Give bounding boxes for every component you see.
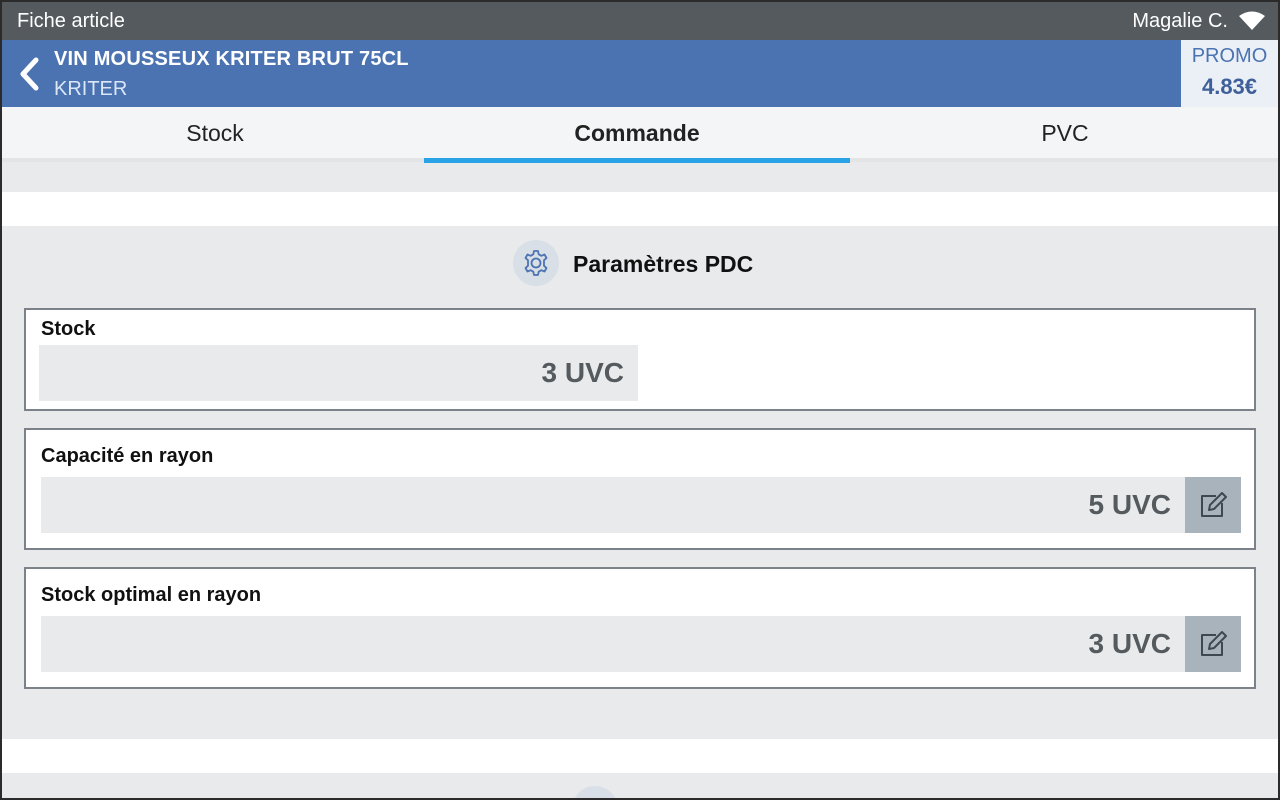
back-chevron-icon[interactable] (16, 56, 44, 92)
divider-band (2, 739, 1278, 773)
optimal-stock-label: Stock optimal en rayon (41, 584, 262, 606)
app-frame: Fiche article Magalie C. VIN MOUSSEUX KR… (2, 2, 1278, 798)
user-name: Magalie C. (1132, 10, 1228, 32)
tab-bar: Stock Commande PVC (2, 107, 1278, 163)
section-title: Paramètres PDC (573, 251, 754, 277)
stock-label: Stock (41, 318, 96, 340)
tab-commande[interactable]: Commande (424, 107, 850, 163)
product-brand: KRITER (54, 78, 128, 100)
optimal-stock-card: Stock optimal en rayon 3 UVC (24, 567, 1256, 689)
promo-label: PROMO (1191, 45, 1268, 67)
promo-price: 4.83€ (1201, 74, 1258, 99)
tab-pvc[interactable]: PVC (852, 107, 1278, 162)
screen-title: Fiche article (17, 10, 125, 32)
stock-card: Stock 3 UVC (24, 308, 1256, 411)
edit-capacity-button[interactable] (1185, 477, 1241, 533)
edit-optimal-stock-button[interactable] (1185, 616, 1241, 672)
gear-icon (513, 240, 559, 286)
promo-badge: PROMO 4.83€ (1181, 40, 1278, 107)
section-header: Paramètres PDC (2, 240, 1278, 288)
capacity-card: Capacité en rayon 5 UVC (24, 428, 1256, 550)
status-bar: Fiche article Magalie C. (2, 2, 1278, 40)
product-header: VIN MOUSSEUX KRITER BRUT 75CL KRITER PRO… (2, 40, 1278, 107)
edit-icon (1201, 492, 1227, 517)
capacity-label: Capacité en rayon (41, 445, 214, 467)
product-name: VIN MOUSSEUX KRITER BRUT 75CL (54, 48, 409, 70)
edit-icon (1201, 631, 1227, 656)
next-section-icon (572, 786, 618, 798)
optimal-stock-value: 3 UVC (41, 616, 1185, 672)
divider-band (2, 192, 1278, 226)
stock-value: 3 UVC (39, 345, 638, 401)
wifi-icon (1239, 11, 1265, 30)
tab-stock[interactable]: Stock (2, 107, 428, 162)
capacity-value: 5 UVC (41, 477, 1185, 533)
